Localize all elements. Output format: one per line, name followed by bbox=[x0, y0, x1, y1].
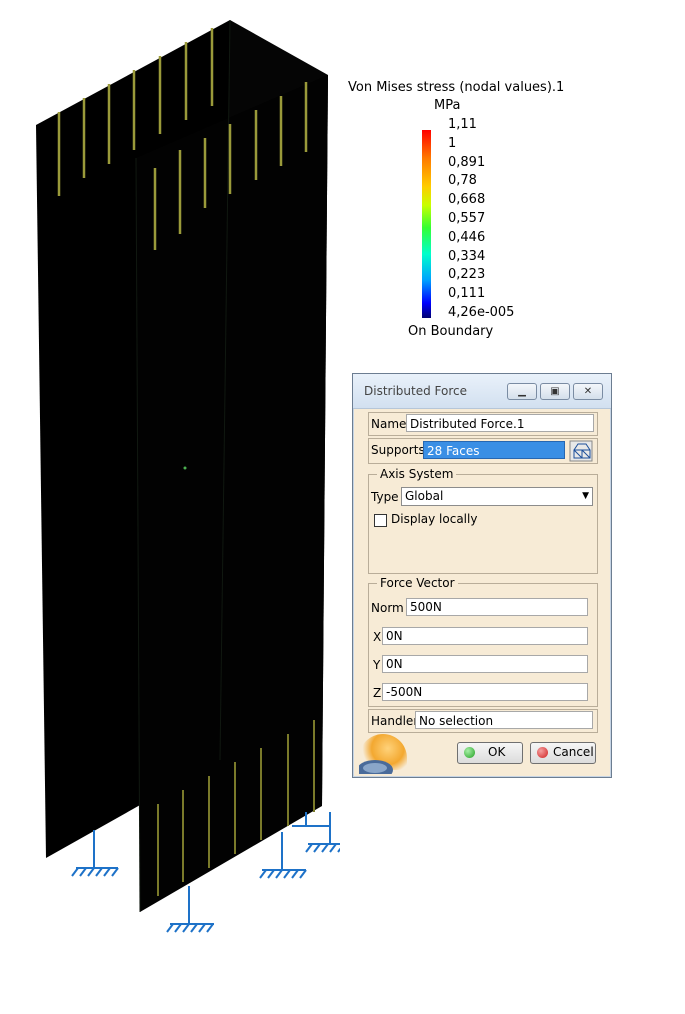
name-field[interactable]: Distributed Force.1 bbox=[406, 414, 594, 432]
catia-globe-icon bbox=[359, 760, 393, 774]
legend-value: 0,668 bbox=[448, 192, 486, 208]
legend-value: 1,11 bbox=[448, 117, 477, 132]
legend-value: 0,111 bbox=[448, 286, 486, 302]
axis-system-group: Axis System Type Global ▼ Display locall… bbox=[368, 467, 598, 574]
cancel-icon bbox=[537, 747, 548, 758]
x-field[interactable]: 0N bbox=[382, 627, 588, 645]
z-field[interactable]: -500N bbox=[382, 683, 588, 701]
maximize-button[interactable]: ▣ bbox=[540, 383, 570, 400]
legend-value: 1 bbox=[448, 135, 457, 151]
type-label: Type bbox=[371, 490, 399, 504]
legend-value: 4,26e-005 bbox=[448, 304, 515, 320]
handler-field[interactable]: No selection bbox=[415, 711, 593, 729]
model-center-marker bbox=[183, 466, 187, 470]
minimize-button[interactable]: ▁ bbox=[507, 383, 537, 400]
display-locally-checkbox[interactable] bbox=[374, 514, 387, 527]
minimize-icon: ▁ bbox=[518, 386, 526, 397]
legend-title: Von Mises stress (nodal values).1 bbox=[348, 80, 565, 95]
close-icon: ✕ bbox=[583, 386, 593, 397]
x-label: X bbox=[373, 630, 382, 644]
legend-value: 0,78 bbox=[448, 173, 477, 189]
y-label: Y bbox=[373, 658, 381, 672]
norm-label: Norm bbox=[371, 601, 404, 615]
supports-row: Supports 28 Faces bbox=[368, 438, 598, 464]
dialog-title: Distributed Force bbox=[364, 384, 468, 398]
cancel-button[interactable]: Cancel bbox=[530, 742, 596, 764]
distributed-force-dialog: Distributed Force ▁ ▣ ✕ Name Distributed… bbox=[352, 373, 612, 778]
legend-color-bar bbox=[422, 130, 431, 318]
supports-label: Supports bbox=[371, 443, 425, 457]
right-slab-front bbox=[136, 75, 328, 912]
handler-label: Handler bbox=[371, 714, 419, 728]
legend-labels: 1,11 1 0,891 0,78 0,668 0,557 0,446 0,33… bbox=[448, 116, 514, 323]
cancel-label: Cancel bbox=[553, 745, 594, 759]
norm-field[interactable]: 500N bbox=[406, 598, 588, 616]
name-label: Name bbox=[371, 417, 407, 431]
type-value: Global bbox=[405, 489, 444, 503]
dialog-titlebar[interactable]: Distributed Force ▁ ▣ ✕ bbox=[353, 374, 611, 409]
maximize-icon: ▣ bbox=[550, 386, 560, 397]
type-select[interactable]: Global ▼ bbox=[401, 487, 593, 506]
model-viewport[interactable] bbox=[0, 0, 340, 1014]
axis-system-title: Axis System bbox=[377, 467, 457, 481]
legend-value: 0,891 bbox=[448, 154, 486, 170]
name-row: Name Distributed Force.1 bbox=[368, 412, 598, 436]
stress-legend[interactable]: Von Mises stress (nodal values).1 MPa 1,… bbox=[340, 78, 564, 348]
legend-value: 0,334 bbox=[448, 248, 486, 264]
legend-unit: MPa bbox=[434, 98, 461, 113]
display-locally-label[interactable]: Display locally bbox=[391, 512, 477, 526]
force-vector-title: Force Vector bbox=[377, 576, 458, 590]
handler-row: Handler No selection bbox=[368, 709, 598, 733]
ok-label: OK bbox=[488, 745, 506, 759]
close-button[interactable]: ✕ bbox=[573, 383, 603, 400]
ok-icon bbox=[464, 747, 475, 758]
z-label: Z bbox=[373, 686, 382, 700]
force-vector-group: Force Vector Norm 500N X 0N Y 0N Z -500N bbox=[368, 576, 598, 707]
legend-footer: On Boundary bbox=[408, 324, 494, 339]
ok-button[interactable]: OK bbox=[457, 742, 523, 764]
supports-selector-icon[interactable] bbox=[569, 440, 593, 462]
y-field[interactable]: 0N bbox=[382, 655, 588, 673]
legend-value: 0,557 bbox=[448, 210, 486, 226]
supports-field[interactable]: 28 Faces bbox=[423, 441, 565, 459]
chevron-down-icon: ▼ bbox=[582, 491, 589, 501]
legend-value: 0,223 bbox=[448, 267, 486, 283]
legend-value: 0,446 bbox=[448, 229, 486, 245]
